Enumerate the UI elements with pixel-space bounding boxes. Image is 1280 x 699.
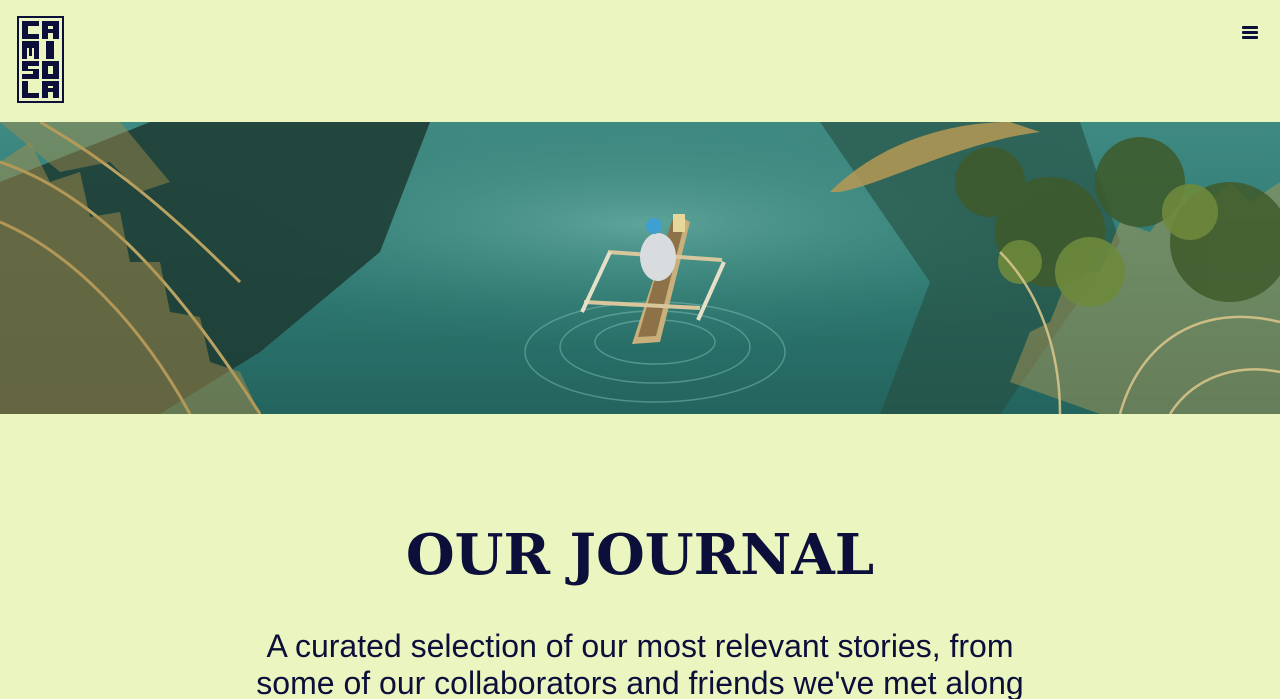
logo-mark [22, 21, 59, 98]
menu-bar-bottom [1242, 36, 1258, 39]
site-header [0, 0, 1280, 122]
page-subtitle: A curated selection of our most relevant… [256, 628, 1024, 699]
journal-intro: OUR JOURNAL A curated selection of our m… [0, 414, 1280, 699]
camisola-logo-icon[interactable] [17, 16, 64, 103]
hamburger-menu-icon[interactable] [1240, 24, 1260, 42]
river-canoe-palms-photo [0, 122, 1280, 414]
menu-bar-middle [1242, 31, 1258, 34]
hero-image [0, 122, 1280, 414]
page-title: OUR JOURNAL [405, 522, 875, 588]
menu-bar-top [1242, 26, 1258, 29]
